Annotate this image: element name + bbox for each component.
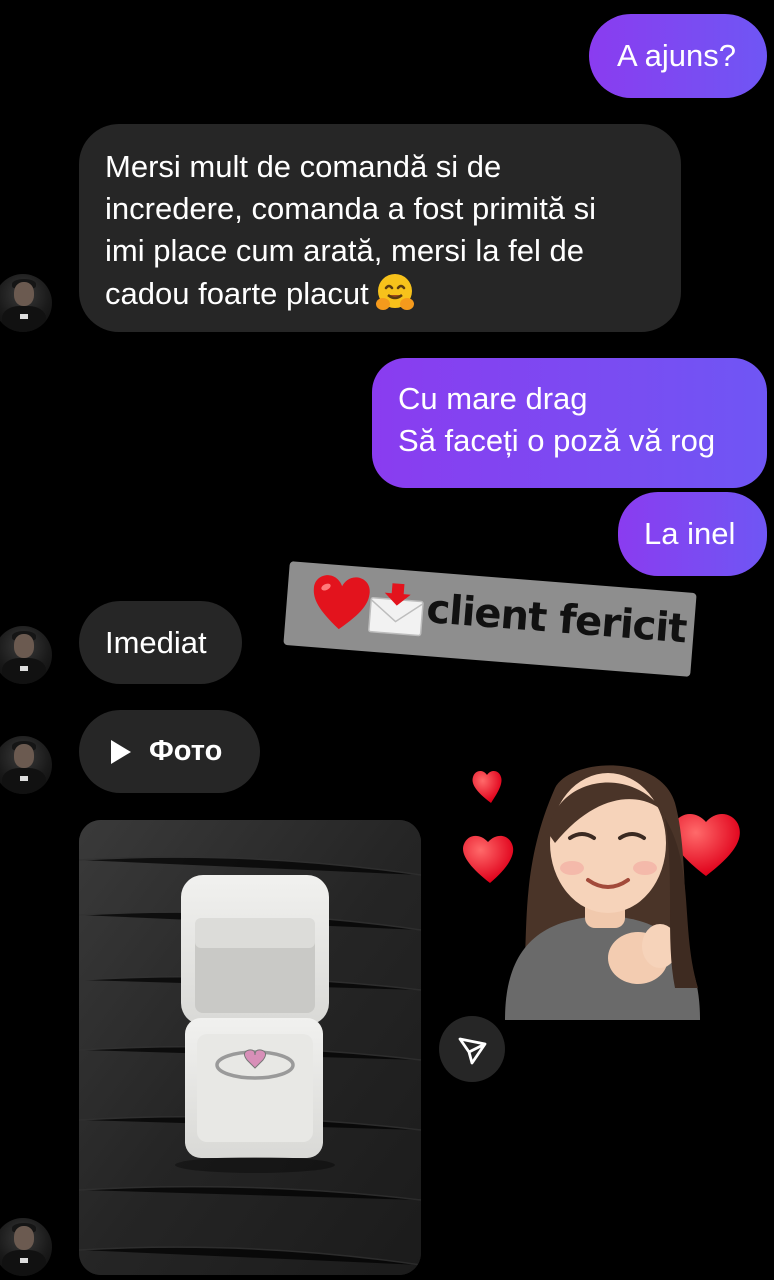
contact-avatar[interactable]: [0, 736, 52, 794]
red-heart-emoji-icon: [313, 575, 370, 630]
incoming-message-imediat[interactable]: Imediat: [79, 601, 242, 684]
envelope-with-arrow-emoji-icon: [368, 583, 424, 637]
incoming-message-thanks[interactable]: Mersi mult de comandă si de incredere, c…: [79, 124, 681, 332]
message-text-line-2: incredere, comanda a fost primită si: [105, 191, 597, 226]
contact-avatar[interactable]: [0, 1218, 52, 1276]
photo-placeholder-message[interactable]: Фото: [79, 710, 260, 793]
contact-avatar[interactable]: [0, 626, 52, 684]
photo-label: Фото: [149, 735, 223, 767]
send-icon: [458, 1037, 487, 1065]
play-icon: [111, 740, 131, 764]
message-text-line-3: imi place cum arată, mersi la fel de: [105, 233, 584, 268]
message-text: Imediat: [105, 625, 207, 660]
contact-avatar[interactable]: [0, 274, 52, 332]
outgoing-message-cu-mare-drag[interactable]: Cu mare drag Să faceți o poză vă rog: [372, 358, 767, 488]
message-text-line-1: Mersi mult de comandă si de: [105, 149, 502, 184]
message-text-line-1: Cu mare drag: [398, 381, 588, 416]
message-text-line-2: Să faceți o poză vă rog: [398, 423, 716, 458]
outgoing-message-la-inel[interactable]: La inel: [618, 492, 767, 576]
ring-box-photo[interactable]: [79, 820, 421, 1275]
hugging-face-emoji-icon: [375, 274, 414, 310]
message-text: La inel: [644, 516, 736, 551]
sticker-text: client fericit: [424, 586, 688, 653]
memoji-hearts-sticker[interactable]: [460, 758, 750, 1020]
memoji-girl-image: [463, 765, 740, 1020]
client-fericit-sticker[interactable]: client fericit: [283, 561, 697, 677]
message-text-line-4: cadou foarte placut: [105, 272, 655, 315]
outgoing-message-a-ajuns[interactable]: A ajuns?: [589, 14, 767, 98]
message-text: A ajuns?: [617, 38, 736, 73]
send-icon-button[interactable]: [439, 1016, 505, 1082]
ring-box-image: [79, 820, 421, 1275]
